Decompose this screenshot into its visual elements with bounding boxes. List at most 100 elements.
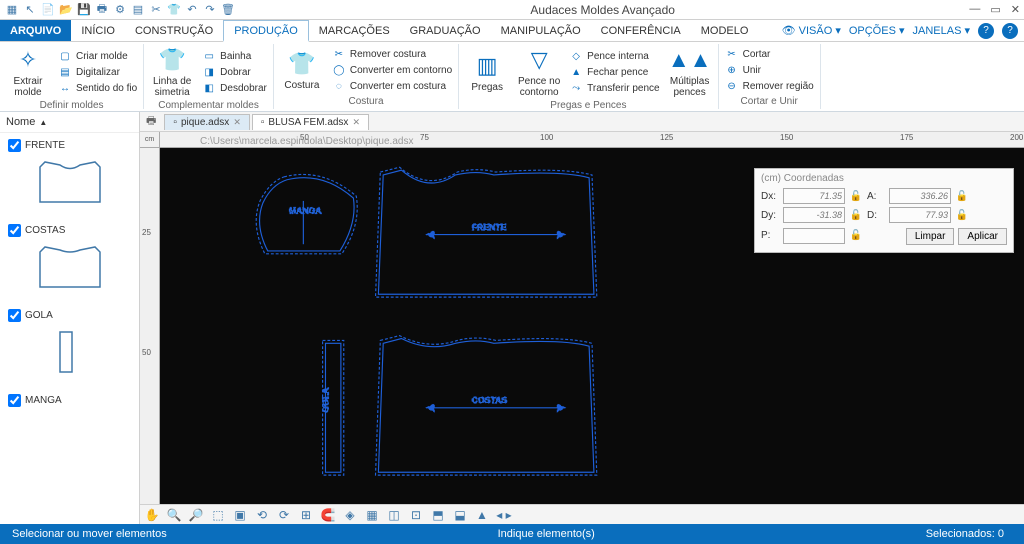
tool-icon[interactable]: ⬓ — [452, 507, 468, 523]
tool-icon[interactable]: ⊞ — [298, 507, 314, 523]
tool-icon[interactable]: ⊡ — [408, 507, 424, 523]
qat-open[interactable]: 📂 — [58, 2, 74, 18]
list-item[interactable]: GOLA — [0, 303, 139, 388]
bainha-button[interactable]: ▭Bainha — [202, 49, 267, 63]
remover-costura-button[interactable]: ✂Remover costura — [332, 47, 452, 61]
tool-icon[interactable]: ▲ — [474, 507, 490, 523]
lock-icon[interactable]: 🔓 — [849, 189, 863, 203]
qat-new[interactable]: 📄 — [40, 2, 56, 18]
desdobrar-button[interactable]: ◧Desdobrar — [202, 81, 267, 95]
tab-inicio[interactable]: INÍCIO — [71, 20, 125, 41]
list-item[interactable]: FRENTE — [0, 133, 139, 218]
lock-icon[interactable]: 🔓 — [955, 208, 969, 222]
qat-btn[interactable]: ▦ — [4, 2, 20, 18]
qat-delete[interactable]: 🗑 — [220, 2, 236, 18]
tab-marcacoes[interactable]: MARCAÇÕES — [309, 20, 400, 41]
remover-regiao-button[interactable]: ⊖Remover região — [725, 79, 814, 93]
tab-graduacao[interactable]: GRADUAÇÃO — [400, 20, 491, 41]
opcoes-menu[interactable]: OPÇÕES ▾ — [849, 24, 905, 37]
pin-icon[interactable]: 🖶 — [146, 112, 156, 131]
pan-icon[interactable]: ✋ — [144, 507, 160, 523]
costura-button[interactable]: 👕Costura — [280, 46, 324, 94]
dy-input[interactable] — [783, 207, 845, 223]
tool-icon[interactable]: ⟳ — [276, 507, 292, 523]
close-tab-icon[interactable]: ✕ — [352, 117, 360, 128]
tool-icon[interactable]: ▦ — [364, 507, 380, 523]
qat-tool2[interactable]: ▤ — [130, 2, 146, 18]
tool-icon[interactable]: ◫ — [386, 507, 402, 523]
help-icon[interactable]: ? — [978, 23, 994, 39]
dobrar-button[interactable]: ◨Dobrar — [202, 65, 267, 79]
status-left: Selecionar ou mover elementos — [0, 528, 179, 540]
list-item[interactable]: MANGA — [0, 388, 139, 413]
converter-contorno-button[interactable]: ◯Converter em contorno — [332, 63, 452, 77]
list-item[interactable]: COSTAS — [0, 218, 139, 303]
p-input[interactable] — [783, 228, 845, 244]
quick-access-toolbar: ▦ ↖ 📄 📂 💾 🖶 ⚙ ▤ ✂ 👕 ↶ ↷ 🗑 — [4, 2, 236, 18]
tab-construcao[interactable]: CONSTRUÇÃO — [125, 20, 223, 41]
doc-tab[interactable]: ▫ pique.adsx ✕ — [164, 114, 249, 130]
limpar-button[interactable]: Limpar — [906, 228, 955, 245]
piece-label-frente: FRENTE — [472, 222, 507, 232]
digitalizar-button[interactable]: ▤Digitalizar — [58, 65, 137, 79]
tab-manipulacao[interactable]: MANIPULAÇÃO — [491, 20, 591, 41]
qat-shirt[interactable]: 👕 — [166, 2, 182, 18]
visao-menu[interactable]: 👁 VISÃO ▾ — [782, 24, 841, 37]
qat-cut[interactable]: ✂ — [148, 2, 164, 18]
close-tab-icon[interactable]: ✕ — [233, 117, 241, 128]
qat-redo[interactable]: ↷ — [202, 2, 218, 18]
unir-button[interactable]: ⊕Unir — [725, 63, 814, 77]
tool-icon[interactable]: ⬒ — [430, 507, 446, 523]
group-label: Costura — [280, 94, 452, 107]
lock-icon[interactable]: 🔓 — [849, 229, 863, 243]
zoom-window-icon[interactable]: ⬚ — [210, 507, 226, 523]
zoom-in-icon[interactable]: 🔍 — [166, 507, 182, 523]
lock-icon[interactable]: 🔓 — [955, 189, 969, 203]
ruler-unit: cm — [140, 132, 160, 148]
qat-undo[interactable]: ↶ — [184, 2, 200, 18]
close-icon[interactable]: ✕ — [1011, 3, 1020, 16]
tab-producao[interactable]: PRODUÇÃO — [223, 20, 309, 42]
sentido-fio-button[interactable]: ↔Sentido do fio — [58, 81, 137, 95]
tab-arquivo[interactable]: ARQUIVO — [0, 20, 71, 41]
canvas[interactable]: cm 50 75 100 125 150 175 200 25 50 — [140, 132, 1024, 504]
tool-icon[interactable]: ◈ — [342, 507, 358, 523]
sidebar: Nome ▲ FRENTE COSTAS GOLA MANGA — [0, 112, 140, 524]
d-input[interactable] — [889, 207, 951, 223]
qat-tool[interactable]: ⚙ — [112, 2, 128, 18]
doc-tab[interactable]: ▫ BLUSA FEM.adsx ✕ — [252, 114, 369, 130]
fechar-pence-button[interactable]: ▲Fechar pence — [569, 65, 659, 79]
janelas-menu[interactable]: JANELAS ▾ — [913, 24, 971, 37]
more-icon[interactable]: ◂ ▸ — [496, 507, 512, 523]
zoom-out-icon[interactable]: 🔎 — [188, 507, 204, 523]
criar-molde-button[interactable]: ▢Criar molde — [58, 49, 137, 63]
qat-save[interactable]: 💾 — [76, 2, 92, 18]
tab-conferencia[interactable]: CONFERÊNCIA — [591, 20, 691, 41]
pregas-button[interactable]: ▥Pregas — [465, 46, 509, 98]
qat-cursor[interactable]: ↖ — [22, 2, 38, 18]
qat-print[interactable]: 🖶 — [94, 2, 110, 18]
sidebar-header[interactable]: Nome ▲ — [0, 112, 139, 133]
multiplas-pences-button[interactable]: ▲▲Múltiplas pences — [668, 46, 712, 98]
help2-icon[interactable]: ? — [1002, 23, 1018, 39]
coordinates-panel: (cm) Coordenadas Dx: 🔓 A: 🔓 Dy: 🔓 D: 🔓 — [754, 168, 1014, 253]
group-pregas-pences: ▥Pregas ▽Pence no contorno ◇Pence intern… — [459, 44, 718, 109]
lock-icon[interactable]: 🔓 — [849, 208, 863, 222]
aplicar-button[interactable]: Aplicar — [958, 228, 1007, 245]
transferir-pence-button[interactable]: ⤳Transferir pence — [569, 81, 659, 95]
linha-simetria-button[interactable]: 👕Linha de simetria — [150, 46, 194, 98]
converter-costura-button[interactable]: ◌Converter em costura — [332, 79, 452, 93]
tab-modelo[interactable]: MODELO — [691, 20, 759, 41]
pence-interna-button[interactable]: ◇Pence interna — [569, 49, 659, 63]
maximize-icon[interactable]: ▭ — [990, 3, 1000, 16]
dx-input[interactable] — [783, 188, 845, 204]
tool-icon[interactable]: 🧲 — [320, 507, 336, 523]
a-input[interactable] — [889, 188, 951, 204]
cortar-button[interactable]: ✂Cortar — [725, 47, 814, 61]
pence-contorno-button[interactable]: ▽Pence no contorno — [517, 46, 561, 98]
zoom-fit-icon[interactable]: ▣ — [232, 507, 248, 523]
ruler-vertical: 25 50 — [140, 148, 160, 504]
extrair-molde-button[interactable]: ✧Extrair molde — [6, 46, 50, 98]
minimize-icon[interactable]: — — [969, 3, 980, 16]
tool-icon[interactable]: ⟲ — [254, 507, 270, 523]
